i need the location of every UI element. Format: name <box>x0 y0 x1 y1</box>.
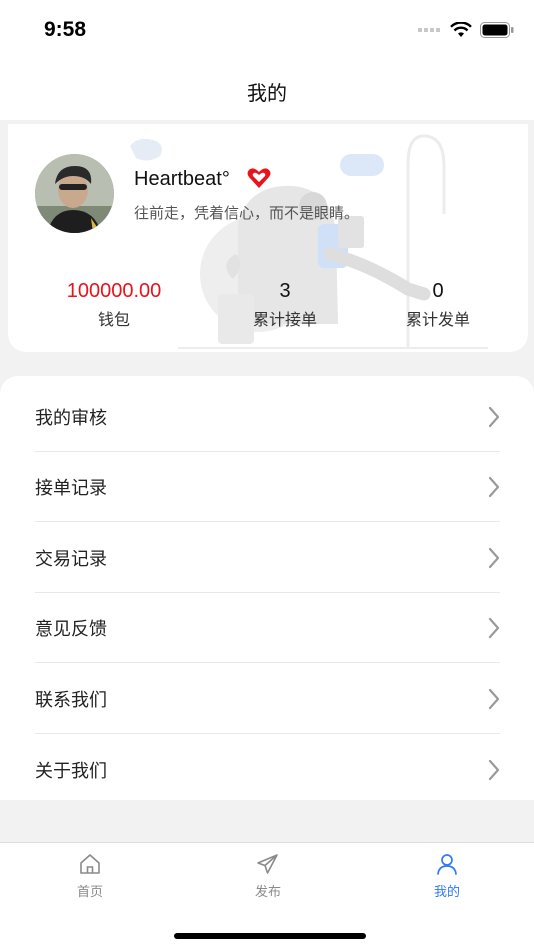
tab-bar: 首页 发布 我的 <box>0 842 534 950</box>
menu-item-my-review[interactable]: 我的审核 <box>35 382 500 452</box>
tab-mine-label: 我的 <box>433 885 460 900</box>
chevron-right-icon <box>488 617 500 638</box>
status-time: 9:58 <box>44 18 87 41</box>
chevron-right-icon <box>488 759 500 781</box>
wallet-label: 钱包 <box>97 310 130 329</box>
stat-orders-posted[interactable]: 0 累计发单 <box>363 280 513 330</box>
chevron-right-icon <box>488 688 500 709</box>
menu-item-label: 我的审核 <box>35 407 107 429</box>
signature: 往前走，凭着信心，而不是眼睛。 <box>134 204 360 222</box>
menu-item-label: 意见反馈 <box>35 618 107 640</box>
signal-icon <box>418 28 440 32</box>
username: Heartbeat° <box>134 168 230 190</box>
chevron-right-icon <box>488 476 500 497</box>
wifi-icon <box>450 22 472 37</box>
tab-home-label: 首页 <box>76 885 103 900</box>
menu-item-label: 接单记录 <box>35 477 107 499</box>
chevron-right-icon <box>488 547 500 568</box>
chevron-right-icon <box>488 406 500 427</box>
send-icon <box>257 854 278 874</box>
menu-list: 我的审核 接单记录 交易记录 意见反馈 联系我们 关于我们 <box>0 376 534 800</box>
tab-publish[interactable]: 发布 <box>208 853 328 900</box>
status-icons <box>418 22 514 38</box>
tab-mine[interactable]: 我的 <box>387 853 507 900</box>
orders-posted-label: 累计发单 <box>405 310 470 329</box>
avatar-photo <box>35 154 114 233</box>
vip-heart-icon <box>247 168 271 188</box>
wallet-balance: 100000.00 <box>66 280 162 302</box>
profile-card: Heartbeat° 往前走，凭着信心，而不是眼睛。 100000.00 钱包 … <box>8 124 528 352</box>
menu-item-feedback[interactable]: 意见反馈 <box>35 593 500 663</box>
home-icon <box>80 854 100 874</box>
tab-publish-label: 发布 <box>254 885 281 900</box>
avatar[interactable] <box>35 154 114 233</box>
menu-item-label: 关于我们 <box>35 761 107 782</box>
tab-home[interactable]: 首页 <box>30 853 150 900</box>
menu-item-about-us[interactable]: 关于我们 <box>35 735 500 805</box>
stat-wallet[interactable]: 100000.00 钱包 <box>39 280 189 330</box>
orders-taken-label: 累计接单 <box>252 310 317 329</box>
page-title: 我的 <box>247 80 287 105</box>
menu-item-order-records[interactable]: 接单记录 <box>35 452 500 522</box>
menu-item-label: 交易记录 <box>35 548 107 570</box>
user-icon <box>437 854 457 875</box>
status-bar: 9:58 <box>0 0 534 62</box>
stat-orders-taken[interactable]: 3 累计接单 <box>210 280 360 330</box>
nav-bar: 我的 <box>0 62 534 120</box>
menu-item-label: 联系我们 <box>35 689 107 711</box>
menu-item-transaction-records[interactable]: 交易记录 <box>35 523 500 593</box>
battery-icon <box>480 22 514 38</box>
home-indicator[interactable] <box>174 933 366 939</box>
menu-item-contact-us[interactable]: 联系我们 <box>35 664 500 734</box>
orders-posted-count: 0 <box>432 280 444 302</box>
orders-taken-count: 3 <box>279 280 291 302</box>
